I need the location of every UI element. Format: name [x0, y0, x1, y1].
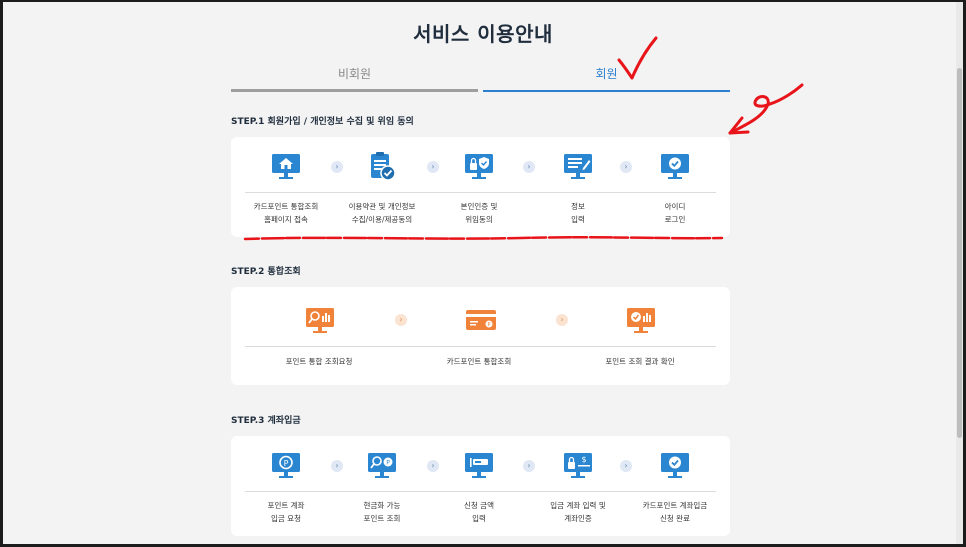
arrow-icon: › [331, 460, 343, 472]
step1-label: STEP.1 회원가입 / 개인정보 수집 및 위임 동의 [231, 117, 414, 127]
monitor-check-icon [658, 448, 692, 482]
svg-text:P: P [487, 322, 490, 328]
card-divider [245, 346, 716, 347]
monitor-lock-shield-icon [462, 149, 496, 183]
step1-item-5-text: 아이디 로그인 [664, 202, 686, 224]
step3-item-1-text: 포인트 계좌 입금 요청 [267, 501, 305, 523]
monitor-check-chart-icon [624, 303, 658, 337]
step2-item-2-text: 카드포인트 통합조회 [446, 357, 512, 366]
step2-card: › P › 포인트 통합 조회요청 카드포인트 통합조회 포인트 조회 결과 확… [231, 287, 730, 385]
arrow-icon: › [556, 314, 568, 326]
svg-text:P: P [284, 459, 289, 468]
monitor-check-icon [658, 149, 692, 183]
arrow-icon: › [523, 460, 535, 472]
step2-label: STEP.2 통합조회 [231, 267, 301, 277]
step3-item-4-text: 입금 계좌 입력 및 계좌인증 [550, 501, 606, 523]
arrow-icon: › [427, 460, 439, 472]
step2-item-3-text: 포인트 조회 결과 확인 [605, 357, 675, 366]
step3-card: P › P › › $ › 포인트 계좌 입금 요청 현금화 가능 포인트 조회 신… [231, 436, 730, 536]
step3-item-2-text: 현금화 가능 포인트 조회 [363, 501, 401, 523]
card-divider [245, 491, 716, 492]
tab-guest[interactable]: 비회원 [231, 60, 478, 92]
arrow-icon: › [395, 314, 407, 326]
credit-card-icon: P [464, 303, 498, 337]
scrollbar-thumb[interactable] [957, 68, 962, 438]
step1-item-4-text: 정보 입력 [571, 202, 585, 224]
arrow-icon: › [331, 161, 343, 173]
svg-text:$: $ [581, 455, 586, 464]
card-divider [245, 192, 716, 193]
step1-item-2-text: 이용약관 및 개인정보 수집/이용/제공동의 [348, 202, 416, 224]
arrow-icon: › [523, 161, 535, 173]
clipboard-check-icon [365, 149, 399, 183]
monitor-lock-dollar-icon: $ [561, 448, 595, 482]
page-title: 서비스 이용안내 [413, 22, 553, 46]
scrollbar[interactable] [956, 2, 963, 544]
step2-item-1-text: 포인트 통합 조회요청 [285, 357, 353, 366]
arrow-icon: › [620, 161, 632, 173]
step3-label: STEP.3 계좌입금 [231, 416, 301, 426]
step3-item-5-text: 카드포인트 계좌입금 신청 완료 [642, 501, 708, 523]
monitor-point-icon: P [269, 448, 303, 482]
step3-item-3-text: 신청 금액 입력 [464, 501, 494, 523]
arrow-icon: › [427, 161, 439, 173]
svg-text:P: P [386, 460, 390, 467]
arrow-icon: › [620, 460, 632, 472]
monitor-home-icon [269, 149, 303, 183]
step1-item-1-text: 카드포인트 통합조회 홈페이지 접속 [253, 202, 319, 224]
tab-member[interactable]: 회원 [483, 60, 730, 92]
step1-card: › › › › 카드포인트 통합조회 홈페이지 접속 이용약관 및 개인정보 수집/… [231, 137, 730, 237]
monitor-search-point-icon: P [365, 448, 399, 482]
monitor-amount-icon [462, 448, 496, 482]
monitor-document-pen-icon [561, 149, 595, 183]
step1-item-3-text: 본인인증 및 위임동의 [460, 202, 498, 224]
monitor-search-chart-icon [303, 303, 337, 337]
